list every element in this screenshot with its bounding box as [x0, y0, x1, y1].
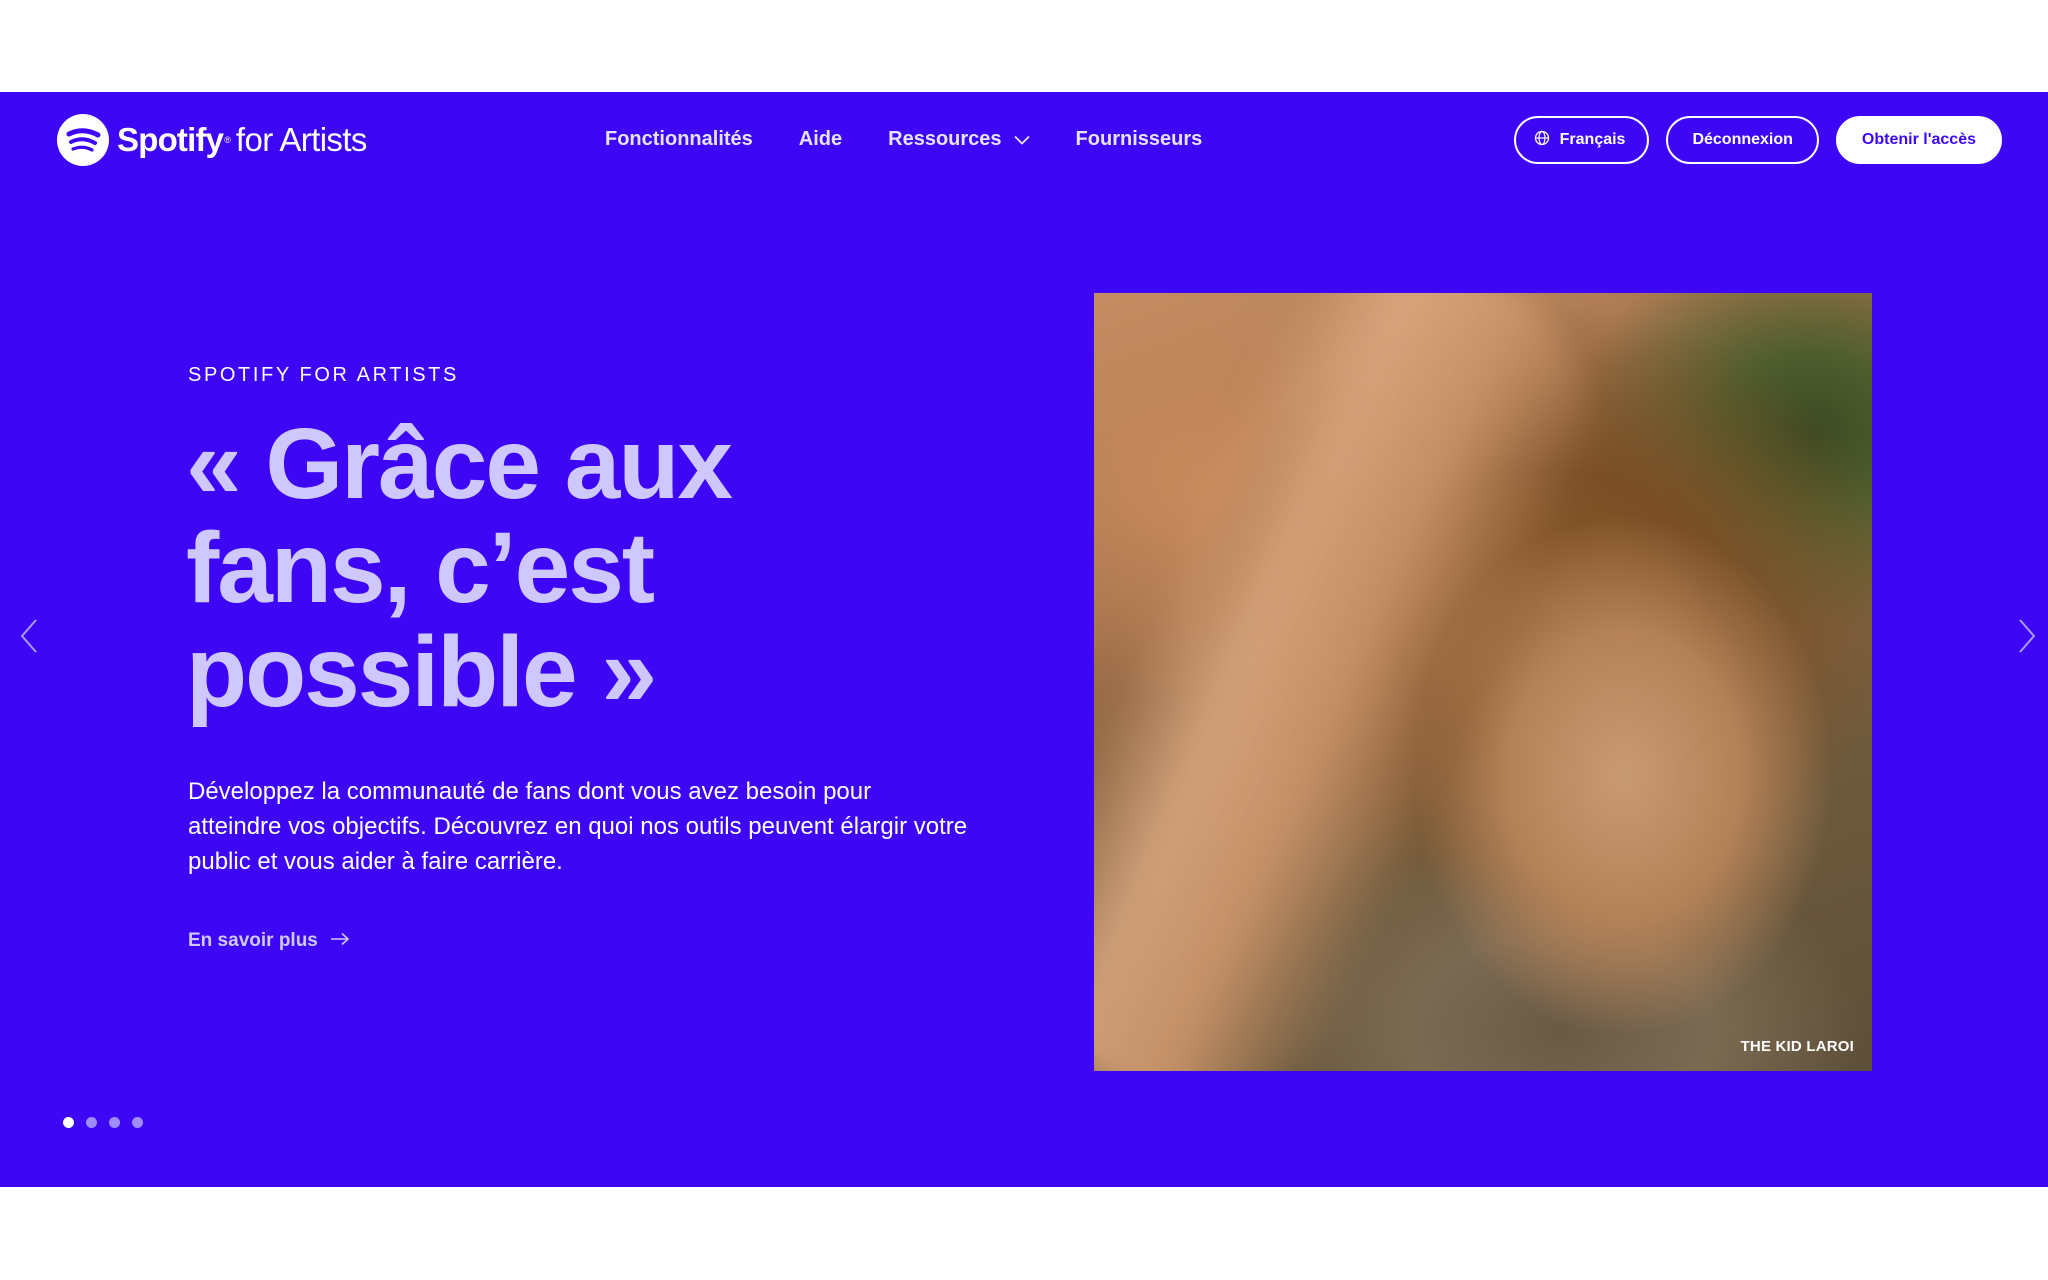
- photo-caption: THE KID LAROI: [1740, 1038, 1854, 1055]
- main-nav: Fonctionnalités Aide Ressources Fourniss…: [605, 128, 1248, 151]
- spotify-logo-icon: [57, 114, 109, 166]
- chevron-down-icon: [1013, 128, 1030, 151]
- logout-button[interactable]: Déconnexion: [1666, 116, 1819, 164]
- carousel-dot[interactable]: [86, 1117, 97, 1128]
- artist-photo: THE KID LAROI: [1094, 293, 1872, 1071]
- carousel-dot[interactable]: [132, 1117, 143, 1128]
- nav-link-aide[interactable]: Aide: [799, 128, 842, 151]
- carousel-dots: [63, 1117, 155, 1128]
- hero-headline: « Grâce aux fans, c’est possible »: [186, 408, 733, 728]
- learn-more-link[interactable]: En savoir plus: [188, 930, 350, 952]
- logo-registered-mark: ®: [224, 135, 231, 145]
- nav-link-ressources[interactable]: Ressources: [888, 128, 1030, 151]
- hero-description: Développez la communauté de fans dont vo…: [188, 778, 968, 875]
- nav-link-label: Aide: [798, 128, 843, 150]
- nav-link-label: Ressources: [888, 128, 1002, 150]
- language-button[interactable]: Français: [1513, 116, 1650, 164]
- hero-eyebrow: SPOTIFY FOR ARTISTS: [188, 364, 459, 386]
- chevron-right-icon: [2012, 619, 2042, 660]
- globe-icon: [1534, 130, 1550, 151]
- header-actions: Français Déconnexion Obtenir l'accès: [1497, 116, 2002, 164]
- blurred-hand-shape: [1094, 293, 1643, 1071]
- nav-link-fournisseurs[interactable]: Fournisseurs: [1076, 128, 1203, 151]
- carousel-prev-button[interactable]: [14, 616, 44, 656]
- carousel-next-button[interactable]: [2012, 616, 2042, 656]
- chevron-left-icon: [14, 619, 44, 660]
- nav-link-label: Fournisseurs: [1075, 128, 1203, 150]
- get-access-button[interactable]: Obtenir l'accès: [1835, 116, 2002, 164]
- nav-link-fonctionnalites[interactable]: Fonctionnalités: [605, 128, 753, 151]
- logo-sub-text: for Artists: [235, 121, 368, 158]
- nav-link-label: Fonctionnalités: [605, 128, 753, 150]
- language-button-label: Français: [1559, 131, 1626, 148]
- carousel-dot[interactable]: [63, 1117, 74, 1128]
- hero-section: Spotify ® for Artists Fonctionnalités Ai…: [0, 92, 2048, 1187]
- carousel-dot[interactable]: [109, 1117, 120, 1128]
- learn-more-label: En savoir plus: [188, 930, 318, 951]
- spotify-for-artists-logo[interactable]: Spotify ® for Artists: [57, 114, 367, 166]
- arrow-right-icon: [330, 930, 350, 952]
- logo-brand-text: Spotify: [117, 121, 224, 158]
